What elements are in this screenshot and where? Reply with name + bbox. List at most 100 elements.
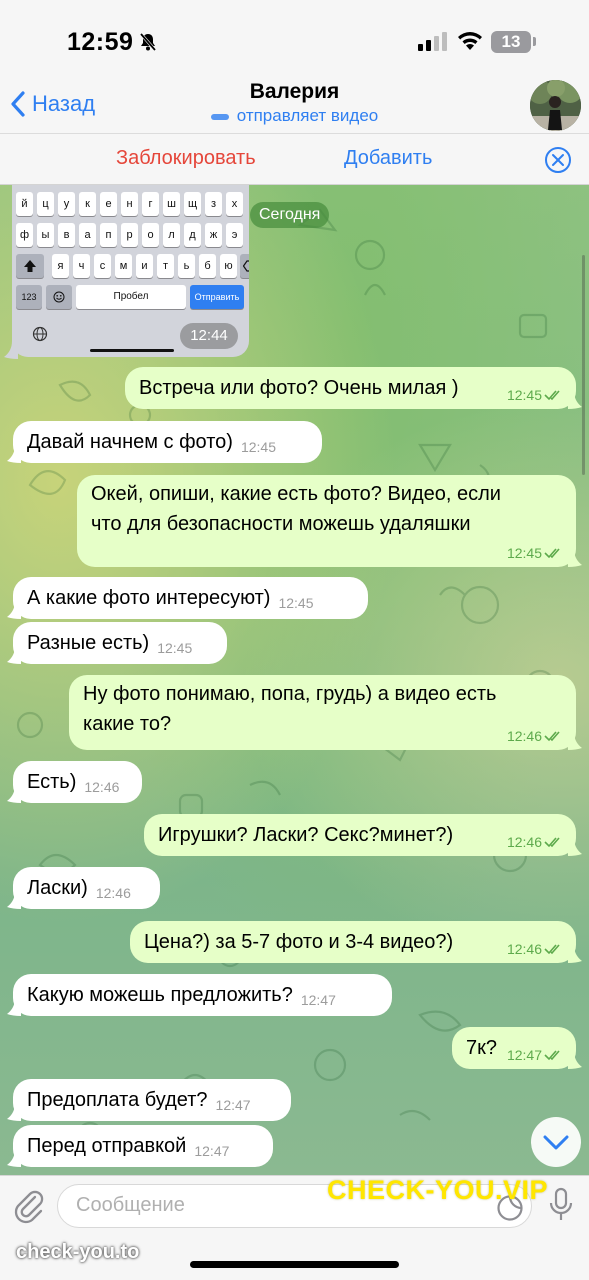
outgoing-message[interactable]: Встреча или фото? Очень милая ) 12:45	[125, 367, 576, 409]
incoming-message[interactable]: Есть) 12:46	[13, 761, 142, 803]
message-meta: 12:47	[216, 1097, 251, 1113]
scroll-to-bottom-button[interactable]	[531, 1117, 581, 1167]
chat-header: Назад Валерия отправляет видео	[0, 78, 589, 133]
chat-area[interactable]: й ц у к е н г ш щ з х ф ы в а п р о л д …	[0, 185, 589, 1175]
bubble-tail	[7, 1149, 21, 1167]
message-meta: 12:46	[96, 885, 131, 901]
double-check-icon	[544, 548, 560, 559]
key: е	[100, 192, 117, 216]
message-text: Разные есть)	[27, 632, 150, 654]
attach-button[interactable]	[13, 1188, 45, 1229]
contact-name[interactable]: Валерия	[0, 80, 589, 104]
bubble-tail	[568, 838, 582, 856]
backspace-key-icon	[240, 254, 249, 278]
key: ж	[205, 223, 222, 247]
wifi-icon	[456, 30, 484, 57]
bell-slash-icon	[138, 32, 158, 57]
outgoing-message[interactable]: Игрушки? Ласки? Секс?минет?) 12:46	[144, 814, 576, 856]
incoming-message[interactable]: Ласки) 12:46	[13, 867, 160, 909]
numbers-key: 123	[16, 285, 42, 309]
key: ы	[37, 223, 54, 247]
message-text: Игрушки? Ласки? Секс?минет?)	[158, 824, 454, 846]
message-time: 12:45	[278, 595, 314, 611]
bubble-tail	[7, 646, 21, 664]
key: ф	[16, 223, 33, 247]
key: м	[115, 254, 132, 278]
incoming-message[interactable]: Перед отправкой 12:47	[13, 1125, 273, 1167]
key: э	[226, 223, 243, 247]
key: в	[58, 223, 75, 247]
message-text: Какую можешь предложить?	[27, 984, 293, 1006]
voice-message-button[interactable]	[548, 1187, 574, 1228]
key: к	[79, 192, 96, 216]
watermark-big: CHECK-YOU.VIP	[327, 1175, 549, 1205]
chevron-down-icon	[543, 1135, 569, 1150]
close-banner-button[interactable]	[544, 146, 572, 179]
emoji-key-icon	[46, 285, 72, 309]
key: б	[199, 254, 216, 278]
image-message-keyboard-screenshot[interactable]: й ц у к е н г ш щ з х ф ы в а п р о л д …	[12, 185, 249, 357]
message-text: А какие фото интересуют)	[27, 587, 271, 609]
avatar[interactable]	[530, 80, 581, 131]
message-meta: 12:46	[507, 941, 564, 957]
bubble-tail	[568, 391, 582, 409]
message-meta: 12:46	[84, 779, 119, 795]
battery-tip	[533, 37, 536, 46]
incoming-message[interactable]: Предоплата будет? 12:47	[13, 1079, 291, 1121]
message-time: 12:46	[95, 885, 131, 901]
block-button[interactable]: Заблокировать	[116, 147, 256, 170]
bubble-tail	[7, 1103, 21, 1121]
key: а	[79, 223, 96, 247]
close-circle-icon	[545, 147, 571, 173]
key: ь	[178, 254, 195, 278]
key: й	[16, 192, 33, 216]
typing-indicator-icon	[210, 113, 229, 120]
message-time: 12:47	[506, 1047, 542, 1063]
bubble-tail	[7, 445, 21, 463]
keyboard-row-4: 123 Пробел Отправить	[12, 285, 249, 309]
send-key: Отправить	[190, 285, 244, 309]
paperclip-icon	[14, 1190, 44, 1224]
incoming-message[interactable]: А какие фото интересуют) 12:45	[13, 577, 368, 619]
message-meta: 12:46	[507, 728, 564, 744]
incoming-message[interactable]: Разные есть) 12:45	[13, 622, 227, 664]
message-text: Цена?) за 5-7 фото и 3-4 видео?)	[144, 931, 454, 953]
key: з	[205, 192, 222, 216]
message-time: 12:45	[157, 640, 193, 656]
bubble-tail	[7, 785, 21, 803]
status-bar: 12:59 13	[0, 0, 589, 78]
message-meta: 12:45	[241, 439, 276, 455]
scroll-indicator[interactable]	[582, 255, 585, 475]
key: о	[142, 223, 159, 247]
message-meta: 12:45	[278, 595, 313, 611]
outgoing-message[interactable]: Окей, опиши, какие есть фото? Видео, есл…	[77, 475, 576, 567]
message-time: 12:47	[194, 1143, 230, 1159]
message-text: 7к?	[466, 1037, 497, 1059]
bubble-tail	[568, 945, 582, 963]
contact-action-bar: Заблокировать Добавить	[0, 133, 589, 185]
message-time: 12:46	[84, 779, 120, 795]
key: п	[100, 223, 117, 247]
message-text: Окей, опиши, какие есть фото? Видео, есл…	[91, 483, 501, 535]
battery-indicator: 13	[491, 31, 531, 53]
outgoing-message[interactable]: Цена?) за 5-7 фото и 3-4 видео?) 12:46	[130, 921, 576, 963]
key: щ	[184, 192, 201, 216]
add-contact-button[interactable]: Добавить	[344, 147, 432, 170]
message-time: 12:45	[506, 387, 542, 403]
contact-status-text: отправляет видео	[236, 106, 379, 125]
keyboard-row-3: я ч с м и т ь б ю	[12, 254, 249, 278]
date-separator: Сегодня	[250, 202, 330, 228]
globe-icon	[32, 326, 48, 347]
message-time: 12:46	[506, 728, 542, 744]
incoming-message[interactable]: Давай начнем с фото) 12:45	[13, 421, 322, 463]
bubble-tail	[568, 732, 582, 750]
microphone-icon	[549, 1187, 573, 1220]
image-timestamp: 12:44	[180, 323, 238, 349]
outgoing-message[interactable]: Ну фото понимаю, попа, грудь) а видео ес…	[69, 675, 576, 750]
message-text: Предоплата будет?	[27, 1089, 208, 1111]
incoming-message[interactable]: Какую можешь предложить? 12:47	[13, 974, 392, 1016]
home-indicator	[190, 1261, 399, 1268]
outgoing-message[interactable]: 7к? 12:47	[452, 1027, 576, 1069]
home-indicator	[90, 349, 174, 352]
cellular-signal-icon	[418, 31, 448, 56]
